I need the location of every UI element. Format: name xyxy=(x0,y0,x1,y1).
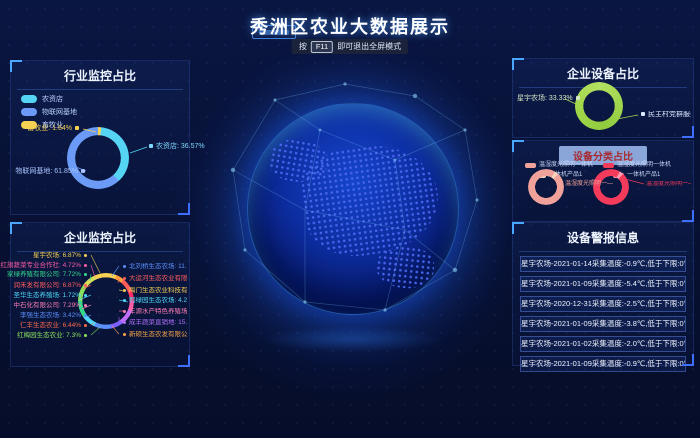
device-ratio-donut-chart[interactable] xyxy=(575,82,623,130)
callout-label: 红梅园生态农业: 7.3% xyxy=(17,332,87,339)
page-title: 秀洲区农业大数据展示 xyxy=(0,13,700,39)
callout-label: 畜牧业: 1.64% xyxy=(15,125,79,133)
panel-title: 行业监控占比 xyxy=(17,61,183,90)
panel-enterprise-ratio: 企业监控占比 星宇农场: 6.87% 红旗蔬菜专业合作社: 4.72% 家绿养殖… xyxy=(10,222,190,367)
panel-device-alarms: 设备警报信息 星宇农场-2021-01-14采集温度:-0.9℃,低于下限:0℃… xyxy=(512,222,694,366)
alarm-row: 星宇农场-2021-01-14采集温度:-0.9℃,低于下限:0℃ xyxy=(520,256,686,272)
callout-label: 圣华生态养殖场: 1.72% xyxy=(13,292,87,299)
legend-item[interactable]: 温湿度光照明一体机 xyxy=(603,162,671,169)
callout-label: 物联网基地: 61.85% xyxy=(13,168,85,176)
callout-label: 红旗蔬菜专业合作社: 4.72% xyxy=(0,262,87,269)
callout-label: 仁丰生态农业: 6.44% xyxy=(20,322,87,329)
callout-label: 陶门生态农业科技有限公 xyxy=(123,287,187,294)
alarm-row: 星宇农场-2021-01-09采集温度:-5.4℃,低于下限:0℃ xyxy=(520,276,686,292)
legend-swatch xyxy=(603,163,614,168)
callout-label: 温湿度光照明一— xyxy=(565,181,613,188)
legend-label: 一体机产品1 xyxy=(627,172,660,179)
f11-key-badge: F11 xyxy=(311,41,333,53)
panel-title: 企业监控占比 xyxy=(17,223,183,252)
legend-item[interactable]: 物联网基地 xyxy=(21,107,189,116)
callout-label: 成丰蔬菜直销地: 15.02% xyxy=(123,319,187,326)
legend-label: 物联网基地 xyxy=(42,107,77,117)
globe xyxy=(247,103,459,315)
callout-label: 李强生态农场: 3.42% xyxy=(20,312,87,319)
globe-reflection xyxy=(262,326,442,352)
callout-label: 鸭绿园生态农场: 4.29% xyxy=(123,297,187,304)
panel-device-class: 设备分类占比 温湿度光照明一体机 一体机产品1 温湿度光照明一体机 一体机产品1… xyxy=(512,140,694,222)
callout-label: 润禾发有限公司: 6.87% xyxy=(13,282,87,289)
legend-label: 农资店 xyxy=(42,94,63,104)
legend-swatch xyxy=(21,95,37,103)
panel-title: 设备警报信息 xyxy=(519,223,687,252)
hint-suffix: 即可退出全屏模式 xyxy=(337,41,401,52)
fullscreen-hint: 按 F11 即可退出全屏模式 xyxy=(292,39,408,54)
callout-label: 新硕生态农发有限公司: 6.87% xyxy=(123,331,187,338)
device-class-donut-left[interactable] xyxy=(528,169,564,205)
callout-label: 家绿养殖有限公司: 7.72% xyxy=(7,271,87,278)
legend-label: 温湿度光照明一体机 xyxy=(617,162,671,169)
legend-item[interactable]: 农资店 xyxy=(21,94,189,103)
callout-label: 星宇农场: 33.33% xyxy=(517,95,580,103)
callout-label: 丰源水产特色养殖场: 1. xyxy=(123,308,187,315)
alarm-row: 星宇农场-2021-01-09采集温度:-3.8℃,低于下限:0℃ xyxy=(520,316,686,332)
panel-device-ratio: 企业设备占比 星宇农场: 33.33% 民主村党群服务中心 xyxy=(512,58,694,138)
legend-swatch xyxy=(525,163,536,168)
callout-label: 大运河生态农业有限责任公 xyxy=(123,275,187,282)
callout-label: 中石化有限公司: 7.29% xyxy=(13,302,87,309)
callout-label: 北刘桥生态农场: 11.56% xyxy=(123,263,187,270)
callout-label: 民主村党群服务中心 xyxy=(641,111,691,119)
panel-industry-ratio: 行业监控占比 农资店 物联网基地 畜牧业 畜牧业: 1.64% 农资店: 36.… xyxy=(10,60,190,215)
alarm-row: 星宇农场-2021-01-09采集温度:-0.9℃,低于下限:0℃ xyxy=(520,356,686,372)
legend-item[interactable]: 温湿度光照明一体机 xyxy=(525,162,593,169)
callout-label: 星宇农场: 6.87% xyxy=(33,252,87,259)
callout-label: 温湿度光照明一— xyxy=(646,181,691,188)
callout-label: 农资店: 36.57% xyxy=(149,143,205,151)
alarm-row: 星宇农场-2021-01-02采集温度:-2.0℃,低于下限:0℃ xyxy=(520,336,686,352)
legend-label: 温湿度光照明一体机 xyxy=(539,162,593,169)
legend-swatch xyxy=(21,108,37,116)
alarm-row: 星宇农场-2020-12-31采集温度:-2.5℃,低于下限:0℃ xyxy=(520,296,686,312)
hint-prefix: 按 xyxy=(299,41,307,52)
industry-donut-chart[interactable] xyxy=(67,127,129,189)
dashboard-page: { "header": { "title": "秀洲区农业大数据展示", "hi… xyxy=(0,0,700,438)
